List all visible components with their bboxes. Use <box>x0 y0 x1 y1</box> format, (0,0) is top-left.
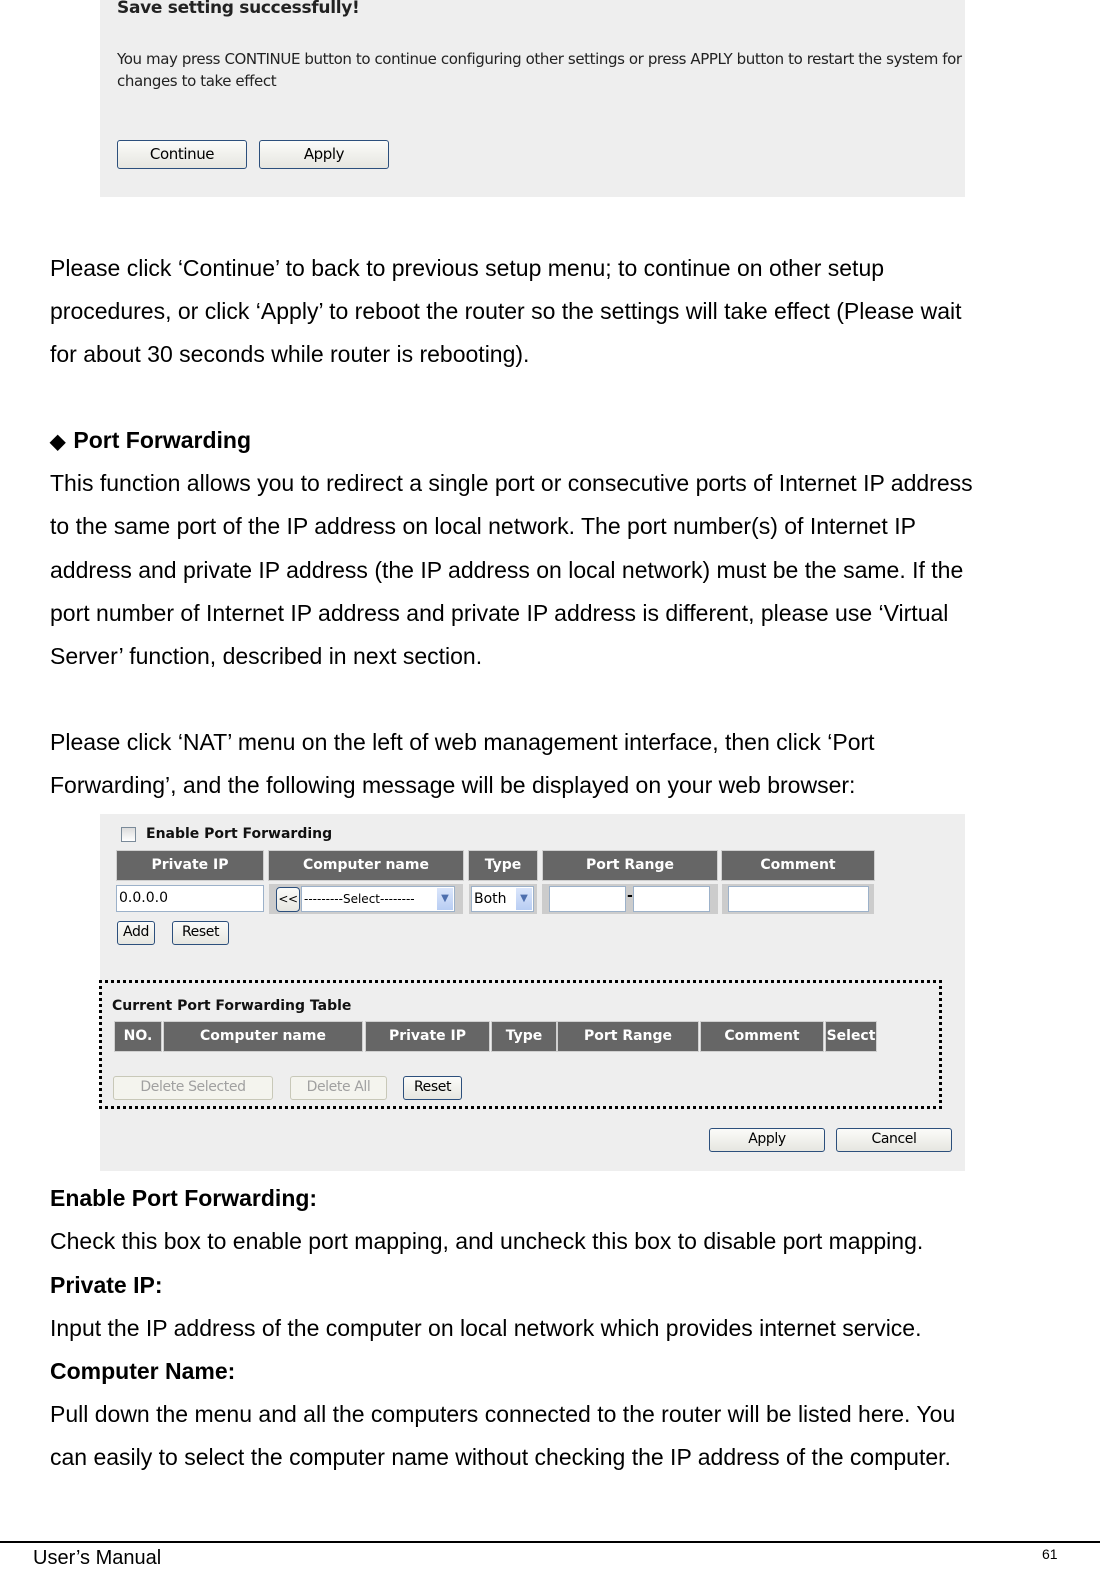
port-range-separator: - <box>627 888 633 904</box>
header-private-ip: Private IP <box>116 850 264 881</box>
enable-port-forwarding-label: Enable Port Forwarding <box>146 826 333 842</box>
nav-instruction-line-2: Forwarding’, and the following message w… <box>50 772 856 798</box>
table-header-comment: Comment <box>700 1021 824 1052</box>
form-cancel-button[interactable]: Cancel <box>836 1128 952 1152</box>
table-reset-button[interactable]: Reset <box>403 1076 462 1100</box>
table-header-select: Select <box>825 1021 877 1052</box>
diamond-bullet-icon: ◆ <box>50 431 66 453</box>
port-range-end-input[interactable] <box>633 886 710 912</box>
term-private-ip: Private IP: <box>50 1272 163 1298</box>
table-header-computer-name: Computer name <box>163 1021 363 1052</box>
enable-port-forwarding-checkbox[interactable] <box>121 826 136 842</box>
desc-computer-name-line-1: Pull down the menu and all the computers… <box>50 1401 956 1427</box>
type-select-value: Both <box>474 891 507 907</box>
chevron-down-icon: ▼ <box>516 888 532 910</box>
desc-computer-name-line-2: can easily to select the computer name w… <box>50 1444 951 1470</box>
table-header-private-ip: Private IP <box>365 1021 490 1052</box>
header-type: Type <box>468 850 538 881</box>
page-number: 61 <box>1042 1546 1058 1562</box>
intro-line-1: This function allows you to redirect a s… <box>50 470 973 496</box>
table-header-type: Type <box>491 1021 557 1052</box>
term-enable-port-forwarding: Enable Port Forwarding: <box>50 1185 318 1211</box>
term-computer-name: Computer Name: <box>50 1358 236 1384</box>
intro-line-3: address and private IP address (the IP a… <box>50 557 964 583</box>
computer-name-select[interactable]: ---------Select-------- ▼ <box>301 886 455 912</box>
intro-line-4: port number of Internet IP address and p… <box>50 600 949 626</box>
intro-line-2: to the same port of the IP address on lo… <box>50 513 916 539</box>
current-table-title: Current Port Forwarding Table <box>112 998 352 1014</box>
desc-enable-port-forwarding: Check this box to enable port mapping, a… <box>50 1228 924 1254</box>
header-comment: Comment <box>721 850 875 881</box>
save-success-title: Save setting successfully! <box>117 0 360 18</box>
private-ip-input[interactable]: 0.0.0.0 <box>116 885 264 912</box>
save-success-screenshot: Save setting successfully! You may press… <box>100 0 965 197</box>
table-header-port-range: Port Range <box>557 1021 699 1052</box>
header-computer-name: Computer name <box>268 850 464 881</box>
add-button[interactable]: Add <box>117 921 155 945</box>
port-range-start-input[interactable] <box>549 886 626 912</box>
header-port-range: Port Range <box>542 850 718 881</box>
table-header-no: NO. <box>114 1021 162 1052</box>
desc-private-ip: Input the IP address of the computer on … <box>50 1315 922 1341</box>
port-forwarding-screenshot: Enable Port Forwarding Private IP Comput… <box>99 814 965 1171</box>
delete-all-button[interactable]: Delete All <box>290 1076 387 1100</box>
nav-instruction-line-1: Please click ‘NAT’ menu on the left of w… <box>50 729 875 755</box>
delete-selected-button[interactable]: Delete Selected <box>113 1076 273 1100</box>
type-select[interactable]: Both ▼ <box>471 886 534 912</box>
continue-note-line-1: Please click ‘Continue’ to back to previ… <box>50 255 885 281</box>
save-success-message: You may press CONTINUE button to continu… <box>117 50 962 90</box>
footer-divider <box>0 1541 1100 1543</box>
continue-note-line-3: for about 30 seconds while router is reb… <box>50 341 530 367</box>
apply-button[interactable]: Apply <box>259 140 389 169</box>
chevron-down-icon: ▼ <box>437 888 453 910</box>
enable-port-forwarding-row: Enable Port Forwarding <box>121 826 332 842</box>
computer-name-select-value: ---------Select-------- <box>304 892 415 906</box>
comment-input[interactable] <box>728 886 869 912</box>
reset-button[interactable]: Reset <box>172 921 229 945</box>
continue-button[interactable]: Continue <box>117 140 247 169</box>
section-heading: ◆ Port Forwarding <box>50 419 1070 464</box>
intro-line-5: Server’ function, described in next sect… <box>50 643 483 669</box>
copy-ip-button[interactable]: << <box>276 887 300 912</box>
section-title: Port Forwarding <box>73 427 252 453</box>
continue-note-line-2: procedures, or click ‘Apply’ to reboot t… <box>50 298 962 324</box>
form-apply-button[interactable]: Apply <box>709 1128 825 1152</box>
